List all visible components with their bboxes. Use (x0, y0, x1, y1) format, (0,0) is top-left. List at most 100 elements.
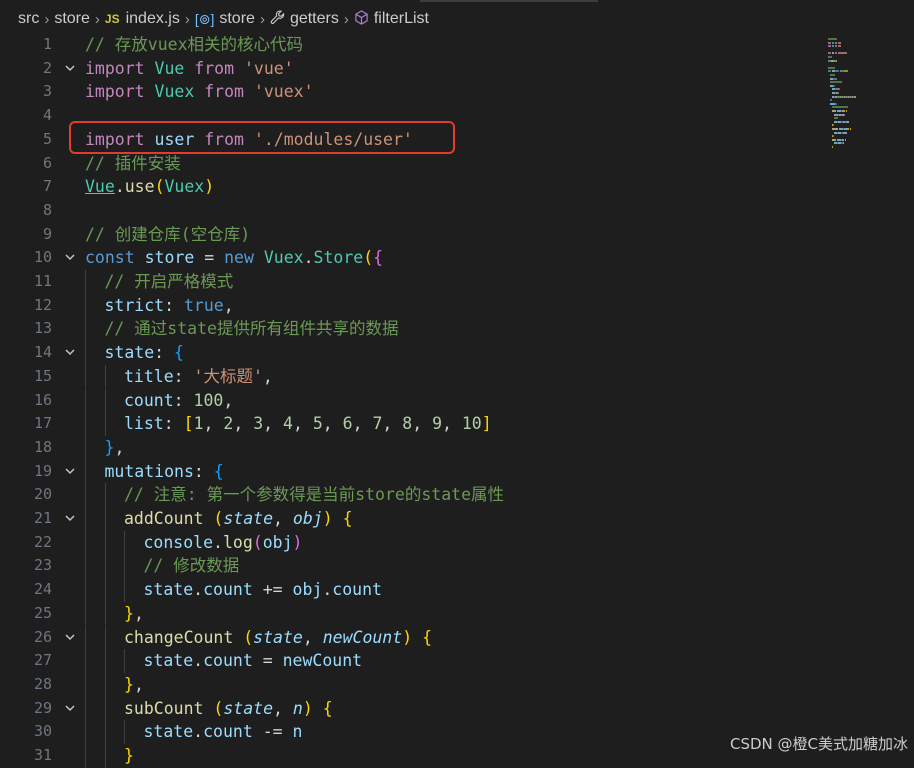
indent-guide (124, 578, 125, 602)
fold-chevron-icon[interactable] (62, 343, 78, 367)
code-token: } (104, 437, 115, 457)
code-text: }, (124, 673, 144, 697)
fold-chevron-icon[interactable] (62, 699, 78, 723)
code-line[interactable]: 20 // 注意: 第一个参数得是当前store的state属性 (0, 483, 820, 507)
code-line[interactable]: 9 // 创建仓库(空仓库) (0, 223, 820, 247)
fold-chevron-icon[interactable] (62, 628, 78, 652)
fold-chevron-icon[interactable] (62, 462, 78, 486)
code-line[interactable]: 12 strict: true, (0, 293, 820, 318)
code-token: 7 (372, 414, 383, 434)
indent-guide (85, 483, 86, 507)
code-token: 3 (253, 414, 264, 434)
code-line[interactable]: 3 import Vuex from 'vuex' (0, 80, 820, 104)
code-line[interactable]: 14 state: { (0, 341, 820, 365)
code-token: ( (252, 532, 263, 552)
code-token: Vuex (164, 177, 205, 197)
code-line[interactable]: 18}, (0, 435, 820, 460)
code-line[interactable]: 22 console.log(obj) (0, 530, 820, 555)
code-text: addCount (state, obj) { (124, 507, 353, 531)
indent-guide (85, 459, 86, 484)
code-line[interactable]: 26 changeCount (state, newCount) { (0, 625, 820, 652)
code-line[interactable]: 24 state.count += obj.count (0, 578, 820, 602)
fold-chevron-icon[interactable] (62, 509, 78, 533)
code-line[interactable]: 16 count: 100, (0, 388, 820, 413)
code-line[interactable]: 21 addCount (state, obj) { (0, 507, 820, 531)
minimap-stroke (843, 142, 844, 145)
code-text: // 开启严格模式 (105, 270, 234, 294)
code-token: changeCount (124, 627, 234, 647)
code-line[interactable]: 15 title: '大标题', (0, 364, 820, 389)
code-line[interactable]: 19 mutations: { (0, 459, 820, 486)
code-line[interactable]: 23 // 修改数据 (0, 554, 820, 579)
breadcrumb-item-index-js[interactable]: JS index.js (105, 10, 180, 28)
code-token: : (163, 414, 184, 434)
chevron-right-icon: › (44, 10, 50, 28)
indent-guide (85, 625, 86, 650)
minimap-stroke (828, 45, 831, 48)
indent-guide (85, 578, 86, 602)
code-line[interactable]: 13 // 通过state提供所有组件共享的数据 (0, 317, 820, 342)
breadcrumb-item-filterlist[interactable]: filterList (354, 9, 429, 29)
code-token: obj (292, 580, 323, 600)
code-text: state: { (105, 341, 184, 365)
code-token: // 开启严格模式 (104, 272, 234, 291)
code-line[interactable]: 2 import Vue from 'vue' (0, 57, 820, 81)
code-line[interactable]: 28}, (0, 672, 820, 697)
code-token: , (273, 698, 293, 718)
code-line[interactable]: 11 // 开启严格模式 (0, 270, 820, 294)
highlight-annotation-box (69, 121, 455, 154)
indent-guide (85, 649, 86, 673)
breadcrumb-item-store-folder[interactable]: store (54, 10, 90, 28)
code-token: . (114, 177, 125, 197)
line-number: 22 (33, 532, 52, 551)
breadcrumb-item-src[interactable]: src (18, 10, 39, 28)
code-token: [ (183, 414, 194, 434)
code-line[interactable]: 27 state.count = newCount (0, 649, 820, 673)
code-line[interactable]: 1 // 存放vuex相关的核心代码 (0, 33, 820, 57)
tab-underline (420, 0, 598, 2)
code-token: = (194, 248, 225, 268)
code-line[interactable]: 8 (0, 199, 820, 223)
code-token: , (263, 414, 283, 434)
code-token: subCount (124, 698, 204, 718)
breadcrumb-item-getters[interactable]: getters (270, 10, 339, 29)
code-token: use (124, 177, 155, 197)
indent-guide (85, 696, 86, 721)
minimap-stroke (834, 117, 838, 120)
code-token: , (223, 390, 234, 410)
code-token: // 创建仓库(空仓库) (85, 224, 251, 244)
minimap-stroke (845, 138, 846, 141)
minimap-stroke (835, 41, 837, 44)
code-line[interactable]: 10 const store = new Vuex.Store({ (0, 246, 820, 270)
fold-chevron-icon[interactable] (62, 59, 78, 83)
code-text: // 注意: 第一个参数得是当前store的state属性 (124, 483, 504, 507)
minimap-stroke (836, 59, 837, 62)
code-line[interactable]: 31} (0, 744, 820, 768)
code-text: state.count -= n (144, 720, 303, 744)
code-token: . (193, 722, 204, 742)
breadcrumb-item-store-symbol[interactable]: [⊚] store (195, 10, 255, 28)
code-text: const store = new Vuex.Store({ (85, 246, 383, 270)
code-line[interactable]: 6 // 插件安装 (0, 152, 820, 176)
code-token: 10 (461, 414, 482, 434)
code-token: newCount (322, 627, 403, 647)
code-text: import Vue from 'vue' (85, 57, 294, 81)
indent-guide (104, 507, 106, 531)
code-line[interactable]: 25}, (0, 601, 820, 626)
indent-guide (124, 720, 125, 744)
code-line[interactable]: 29 subCount (state, n) { (0, 696, 820, 723)
indent-guide (124, 530, 125, 555)
code-line[interactable]: 17 list: [1, 2, 3, 4, 5, 6, 7, 8, 9, 10] (0, 412, 820, 436)
line-number: 16 (33, 390, 52, 409)
fold-chevron-icon[interactable] (62, 248, 78, 272)
code-token: // 通过state提供所有组件共享的数据 (104, 319, 399, 339)
code-token: state (143, 580, 194, 600)
code-token: state (253, 627, 303, 647)
indent-guide (104, 388, 106, 413)
minimap-stroke (843, 131, 847, 134)
code-line[interactable]: 7 Vue.use(Vuex) (0, 175, 820, 199)
code-line[interactable]: 30 state.count -= n (0, 720, 820, 744)
minimap[interactable] (828, 38, 914, 168)
